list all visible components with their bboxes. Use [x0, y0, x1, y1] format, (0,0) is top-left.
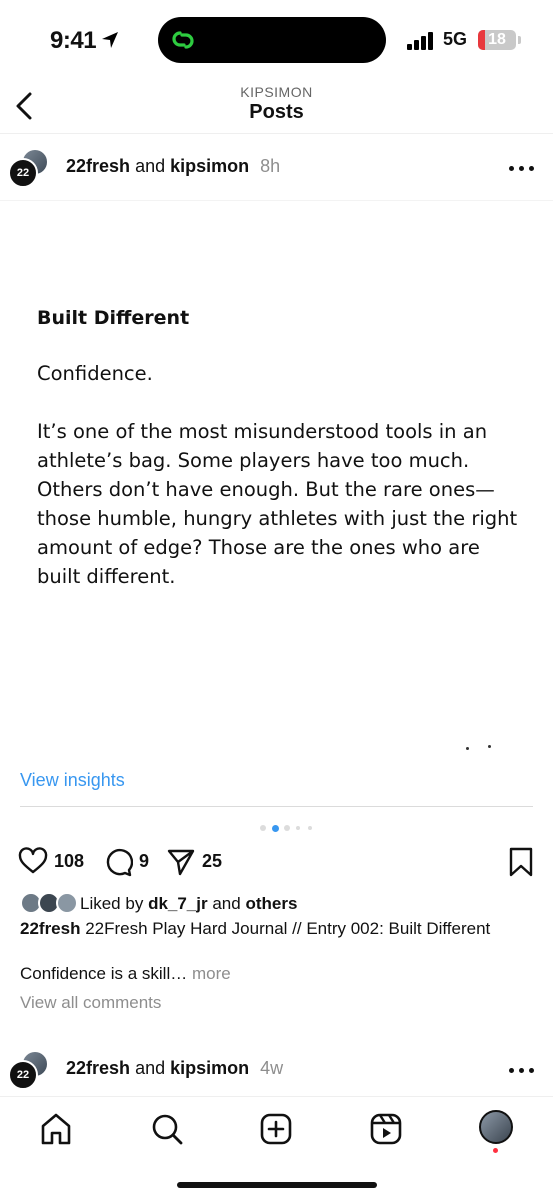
comment-button[interactable]: 9: [103, 845, 153, 877]
page-title: Posts: [249, 101, 304, 123]
location-arrow-icon: [102, 32, 118, 48]
heart-icon: [18, 847, 48, 874]
carousel-dot: [284, 825, 290, 831]
author-link[interactable]: kipsimon: [170, 1058, 249, 1078]
liked-by-user[interactable]: dk_7_jr: [148, 894, 208, 913]
view-all-comments-link[interactable]: View all comments: [20, 993, 161, 1013]
comment-icon: [106, 848, 133, 877]
profile-username: KIPSIMON: [240, 84, 313, 100]
liker-avatar: [56, 892, 78, 914]
next-slide-peek: [466, 745, 496, 751]
reels-icon[interactable]: [368, 1111, 404, 1147]
liked-by-and: and: [212, 894, 241, 913]
author-link[interactable]: 22fresh: [66, 1058, 130, 1078]
post-authors[interactable]: 22fresh and kipsimon 4w: [66, 1058, 283, 1079]
brand-logo-avatar: 22: [8, 1060, 38, 1090]
more-options-button[interactable]: [509, 156, 537, 180]
network-label: 5G: [443, 29, 468, 49]
status-bar: 9:41 5G 18: [0, 0, 553, 80]
author-link[interactable]: 22fresh: [66, 156, 130, 176]
post-actions: 108 9 25: [0, 845, 553, 879]
home-icon[interactable]: [38, 1111, 74, 1147]
post-time: 4w: [260, 1058, 284, 1078]
liked-by-others[interactable]: others: [245, 894, 297, 913]
save-button[interactable]: [508, 845, 534, 877]
like-button[interactable]: 108: [18, 845, 88, 877]
more-options-button[interactable]: [509, 1058, 537, 1082]
share-count: 25: [202, 851, 223, 871]
caption-user[interactable]: 22fresh: [20, 919, 80, 938]
post-header: 22 22fresh and kipsimon 8h: [0, 134, 553, 200]
next-post-header: 22 22fresh and kipsimon 4w: [0, 1036, 553, 1102]
share-button[interactable]: 25: [166, 845, 228, 877]
author-joiner: and: [135, 156, 166, 176]
author-joiner: and: [135, 1058, 166, 1078]
comment-count: 9: [139, 851, 150, 871]
like-count: 108: [54, 851, 85, 871]
notification-dot: [493, 1148, 498, 1153]
link-icon: [172, 31, 194, 49]
search-icon[interactable]: [149, 1111, 185, 1147]
post-carousel[interactable]: Built Different Confidence. It’s one of …: [0, 200, 553, 760]
more-link[interactable]: more: [192, 964, 231, 983]
caption-preview-text: Confidence is a skill…: [20, 964, 188, 983]
battery-percent: 18: [488, 31, 506, 48]
slide-paragraph: Confidence.: [37, 362, 153, 385]
page-header: KIPSIMON Posts: [0, 80, 553, 134]
brand-logo-avatar: 22: [8, 158, 38, 188]
cellular-signal-icon: [407, 32, 437, 50]
dynamic-island: [158, 17, 386, 63]
battery-icon: 18: [478, 30, 516, 50]
carousel-slide: Built Different Confidence. It’s one of …: [37, 307, 527, 620]
slide-title: Built Different: [37, 307, 190, 329]
post-caption: 22fresh 22Fresh Play Hard Journal // Ent…: [20, 919, 540, 939]
collab-avatars[interactable]: 22: [8, 1050, 50, 1090]
slide-paragraph: It’s one of the most misunderstood tools…: [37, 420, 518, 588]
battery-cap: [518, 36, 521, 44]
author-link[interactable]: kipsimon: [170, 156, 249, 176]
divider: [20, 806, 533, 807]
carousel-dot: [308, 826, 312, 830]
home-indicator: [177, 1182, 377, 1188]
post-authors[interactable]: 22fresh and kipsimon 8h: [66, 156, 280, 177]
liked-by-prefix: Liked by: [80, 894, 144, 913]
status-time: 9:41: [50, 27, 97, 54]
caption-preview: Confidence is a skill… more: [20, 964, 231, 984]
liked-by-text: Liked by dk_7_jr and others: [80, 894, 297, 914]
carousel-dot-active: [272, 824, 279, 832]
carousel-dot: [260, 825, 266, 831]
carousel-indicator: [0, 822, 553, 832]
view-insights-link[interactable]: View insights: [20, 770, 125, 791]
carousel-dot: [296, 826, 300, 830]
caption-text: 22Fresh Play Hard Journal // Entry 002: …: [85, 919, 491, 938]
post-time: 8h: [260, 156, 281, 176]
create-icon[interactable]: [258, 1111, 294, 1147]
collab-avatars[interactable]: 22: [8, 148, 50, 188]
liked-by-row[interactable]: Liked by dk_7_jr and others: [20, 891, 540, 917]
profile-avatar[interactable]: [479, 1110, 513, 1144]
send-icon: [167, 849, 195, 876]
bookmark-icon: [509, 847, 533, 877]
